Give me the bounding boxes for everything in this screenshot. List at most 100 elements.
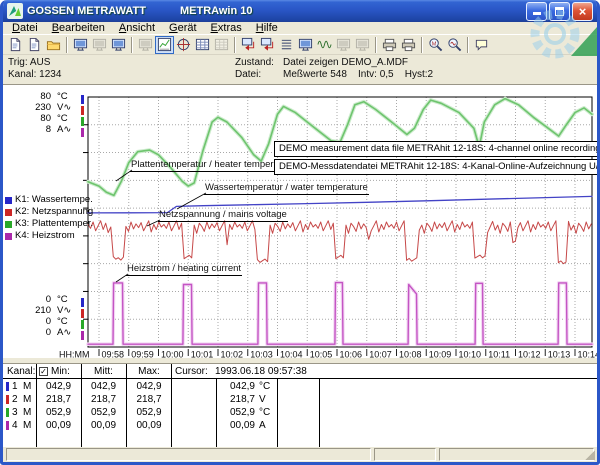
wave-button[interactable] bbox=[315, 36, 334, 54]
chart-annotation: Wassertemperatur / water temperature bbox=[204, 182, 369, 195]
printer-icon bbox=[382, 37, 397, 52]
screen-icon bbox=[138, 37, 153, 52]
toolbar-separator bbox=[131, 37, 133, 53]
crosshair-icon bbox=[176, 37, 191, 52]
doc-button[interactable] bbox=[6, 36, 25, 54]
window-title-program: METRAwin 10 bbox=[180, 5, 253, 17]
scale-row: 0°C bbox=[27, 316, 79, 327]
screen-icon bbox=[73, 37, 88, 52]
y-scale-bottom: 0°C210V∿0°C0A∿ bbox=[27, 294, 79, 338]
table-header-cursor: Cursor: bbox=[175, 366, 208, 377]
channel-number: 2 bbox=[12, 394, 18, 405]
menu-item-hilfe[interactable]: Hilfe bbox=[249, 22, 285, 35]
chart-button[interactable] bbox=[155, 36, 174, 54]
toolbar bbox=[3, 35, 597, 55]
cursor-unit: A bbox=[259, 420, 266, 431]
screen-icon bbox=[355, 37, 370, 52]
cursor-value: 052,9 bbox=[209, 407, 255, 418]
svg-text:09:58: 09:58 bbox=[102, 350, 125, 359]
toolbar-separator bbox=[421, 37, 423, 53]
min-value: 052,9 bbox=[36, 407, 81, 418]
zoom-wave-icon bbox=[447, 37, 462, 52]
min-value: 042,9 bbox=[36, 381, 81, 392]
table-header-kanal: Kanal: bbox=[7, 366, 35, 377]
close-button[interactable]: × bbox=[572, 2, 593, 21]
crosshair-button[interactable] bbox=[174, 36, 193, 54]
channel-mode: M bbox=[23, 381, 31, 392]
chart-annotation: Plattentemperatur / heater temperature bbox=[130, 159, 296, 172]
scale-row: 0A∿ bbox=[27, 327, 79, 338]
screen-button bbox=[353, 36, 372, 54]
svg-text:10:11: 10:11 bbox=[488, 350, 510, 359]
toolbar-separator bbox=[467, 37, 469, 53]
scale-row: 0°C bbox=[27, 294, 79, 305]
cursor-value: 042,9 bbox=[209, 381, 255, 392]
chart-table-divider bbox=[3, 357, 597, 364]
svg-text:09:59: 09:59 bbox=[131, 350, 154, 359]
stats-checkbox[interactable]: ✓ bbox=[39, 367, 48, 376]
maximize-button[interactable] bbox=[549, 2, 570, 21]
printer-button[interactable] bbox=[399, 36, 418, 54]
zoom-wave-button[interactable] bbox=[445, 36, 464, 54]
toolbar-separator bbox=[375, 37, 377, 53]
screen-button[interactable] bbox=[109, 36, 128, 54]
table-header-divider bbox=[3, 378, 597, 379]
channel-color-bar bbox=[6, 408, 9, 417]
chart-area: 09:5809:5910:0010:0110:0210:0310:0410:05… bbox=[3, 84, 597, 357]
cursor-value: 00,09 bbox=[209, 420, 255, 431]
demo-note-en: DEMO measurement data file METRAhit 12-1… bbox=[274, 141, 600, 157]
minimize-button[interactable] bbox=[526, 2, 547, 21]
folder-button[interactable] bbox=[44, 36, 63, 54]
channel-color-bar bbox=[6, 395, 9, 404]
demo-note-de: DEMO-Messdatendatei METRAhit 12-18S: 4-K… bbox=[274, 159, 600, 175]
bubble-button[interactable] bbox=[472, 36, 491, 54]
svg-text:10:07: 10:07 bbox=[369, 350, 392, 359]
transfer-button[interactable] bbox=[239, 36, 258, 54]
svg-text:10:13: 10:13 bbox=[548, 350, 571, 359]
svg-text:10:10: 10:10 bbox=[459, 350, 482, 359]
list-icon bbox=[279, 37, 294, 52]
printer-icon bbox=[401, 37, 416, 52]
cursor-unit: °C bbox=[259, 407, 270, 418]
scale-row: 8A∿ bbox=[27, 124, 79, 135]
table-grid-line bbox=[319, 378, 320, 447]
list-button[interactable] bbox=[277, 36, 296, 54]
doc-icon bbox=[27, 37, 42, 52]
statusbar-panel-2 bbox=[374, 448, 436, 461]
menu-item-datei[interactable]: Datei bbox=[5, 22, 45, 35]
bubble-icon bbox=[474, 37, 489, 52]
screen-icon bbox=[336, 37, 351, 52]
screen-button[interactable] bbox=[71, 36, 90, 54]
close-icon: × bbox=[579, 5, 587, 18]
screen-button[interactable] bbox=[296, 36, 315, 54]
menu-item-ansicht[interactable]: Ansicht bbox=[112, 22, 162, 35]
window-title-app: GOSSEN METRAWATT bbox=[27, 5, 146, 17]
channel-number: 4 bbox=[12, 420, 18, 431]
resize-grip[interactable] bbox=[584, 449, 595, 460]
table-button[interactable] bbox=[193, 36, 212, 54]
svg-text:10:12: 10:12 bbox=[518, 350, 541, 359]
channel-color-swatch bbox=[5, 197, 12, 204]
datei-label: Datei: bbox=[235, 69, 283, 81]
menu-item-extras[interactable]: Extras bbox=[204, 22, 249, 35]
transfer-button[interactable] bbox=[258, 36, 277, 54]
menu-item-gerät[interactable]: Gerät bbox=[162, 22, 204, 35]
doc-button[interactable] bbox=[25, 36, 44, 54]
menu-item-bearbeiten[interactable]: Bearbeiten bbox=[45, 22, 112, 35]
statusbar-panel-3 bbox=[439, 448, 594, 461]
min-value: 218,7 bbox=[36, 394, 81, 405]
maximize-icon bbox=[555, 7, 564, 16]
min-value: 00,09 bbox=[36, 420, 81, 431]
channel-legend: K1: Wassertempe.K2: NetzspannungK3: Plat… bbox=[5, 194, 93, 242]
trigger-status: Trig: AUS bbox=[8, 57, 61, 69]
svg-text:10:01: 10:01 bbox=[191, 350, 214, 359]
printer-button[interactable] bbox=[380, 36, 399, 54]
table-header-max: Max: bbox=[126, 366, 172, 377]
app-logo-icon bbox=[7, 3, 23, 19]
cursor-value: 218,7 bbox=[209, 394, 255, 405]
channel-legend-item: K1: Wassertempe. bbox=[5, 194, 93, 206]
scale-row: 80°C bbox=[27, 91, 79, 102]
scale-row: 210V∿ bbox=[27, 305, 79, 316]
channel-status: Kanal: 1234 bbox=[8, 69, 61, 81]
zoom-m-button[interactable] bbox=[426, 36, 445, 54]
